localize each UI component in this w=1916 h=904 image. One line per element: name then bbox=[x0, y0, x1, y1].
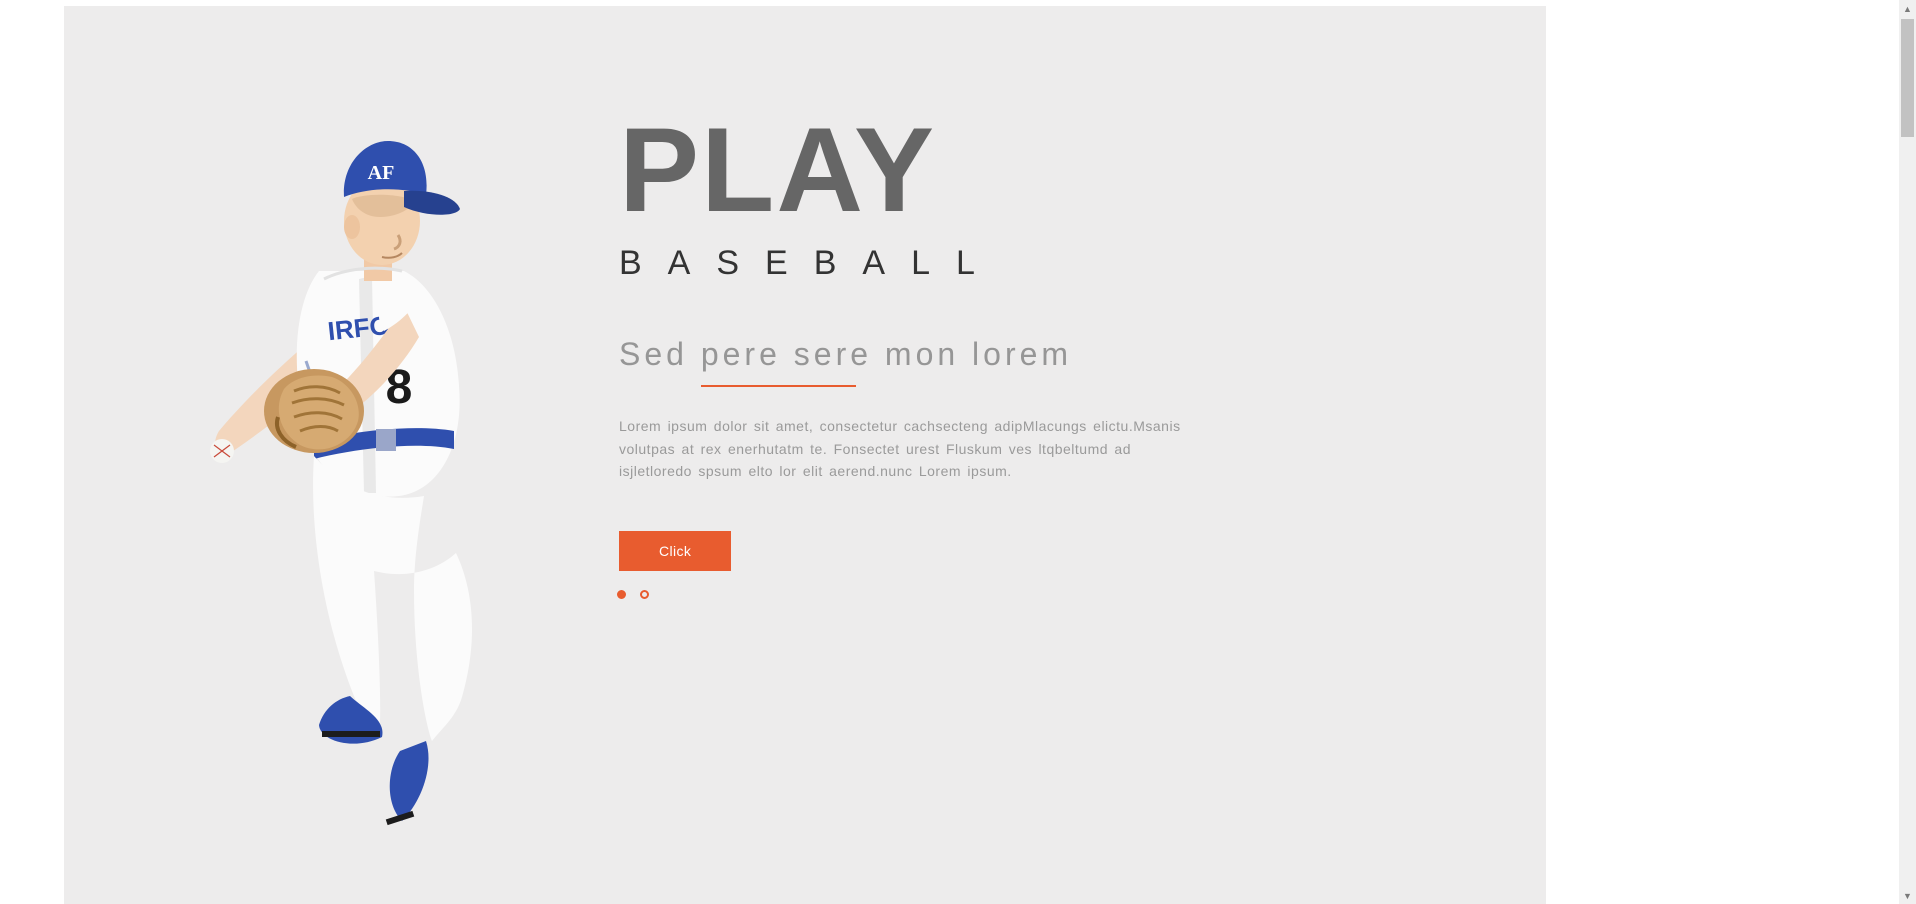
svg-text:8: 8 bbox=[386, 361, 413, 414]
slider-dots bbox=[617, 590, 649, 599]
hero-title: PLAY bbox=[619, 110, 1259, 230]
hero-tagline-wrap: Sed pere sere mon lorem bbox=[619, 335, 1259, 387]
hero-section: IRFOR 8 bbox=[64, 6, 1546, 904]
hero-player-image: IRFOR 8 bbox=[204, 101, 564, 851]
slider-dot-1[interactable] bbox=[617, 590, 626, 599]
hero-subtitle: BASEBALL bbox=[619, 244, 1259, 283]
hero-cta-button[interactable]: Click bbox=[619, 531, 731, 571]
scroll-down-arrow-icon[interactable]: ▼ bbox=[1899, 887, 1916, 904]
scroll-up-arrow-icon[interactable]: ▲ bbox=[1899, 0, 1916, 17]
vertical-scrollbar[interactable]: ▲ ▼ bbox=[1899, 0, 1916, 904]
hero-body-text: Lorem ipsum dolor sit amet, consectetur … bbox=[619, 415, 1209, 482]
hero-tagline: Sed pere sere mon lorem bbox=[619, 335, 1259, 373]
hero-text-block: PLAY BASEBALL Sed pere sere mon lorem Lo… bbox=[619, 110, 1259, 571]
viewport: IRFOR 8 bbox=[0, 0, 1916, 904]
slider-dot-2[interactable] bbox=[640, 590, 649, 599]
svg-text:IRFOR: IRFOR bbox=[326, 308, 410, 346]
hero-tagline-underline bbox=[701, 385, 856, 387]
scroll-thumb[interactable] bbox=[1901, 19, 1914, 137]
svg-text:AF: AF bbox=[368, 162, 395, 184]
